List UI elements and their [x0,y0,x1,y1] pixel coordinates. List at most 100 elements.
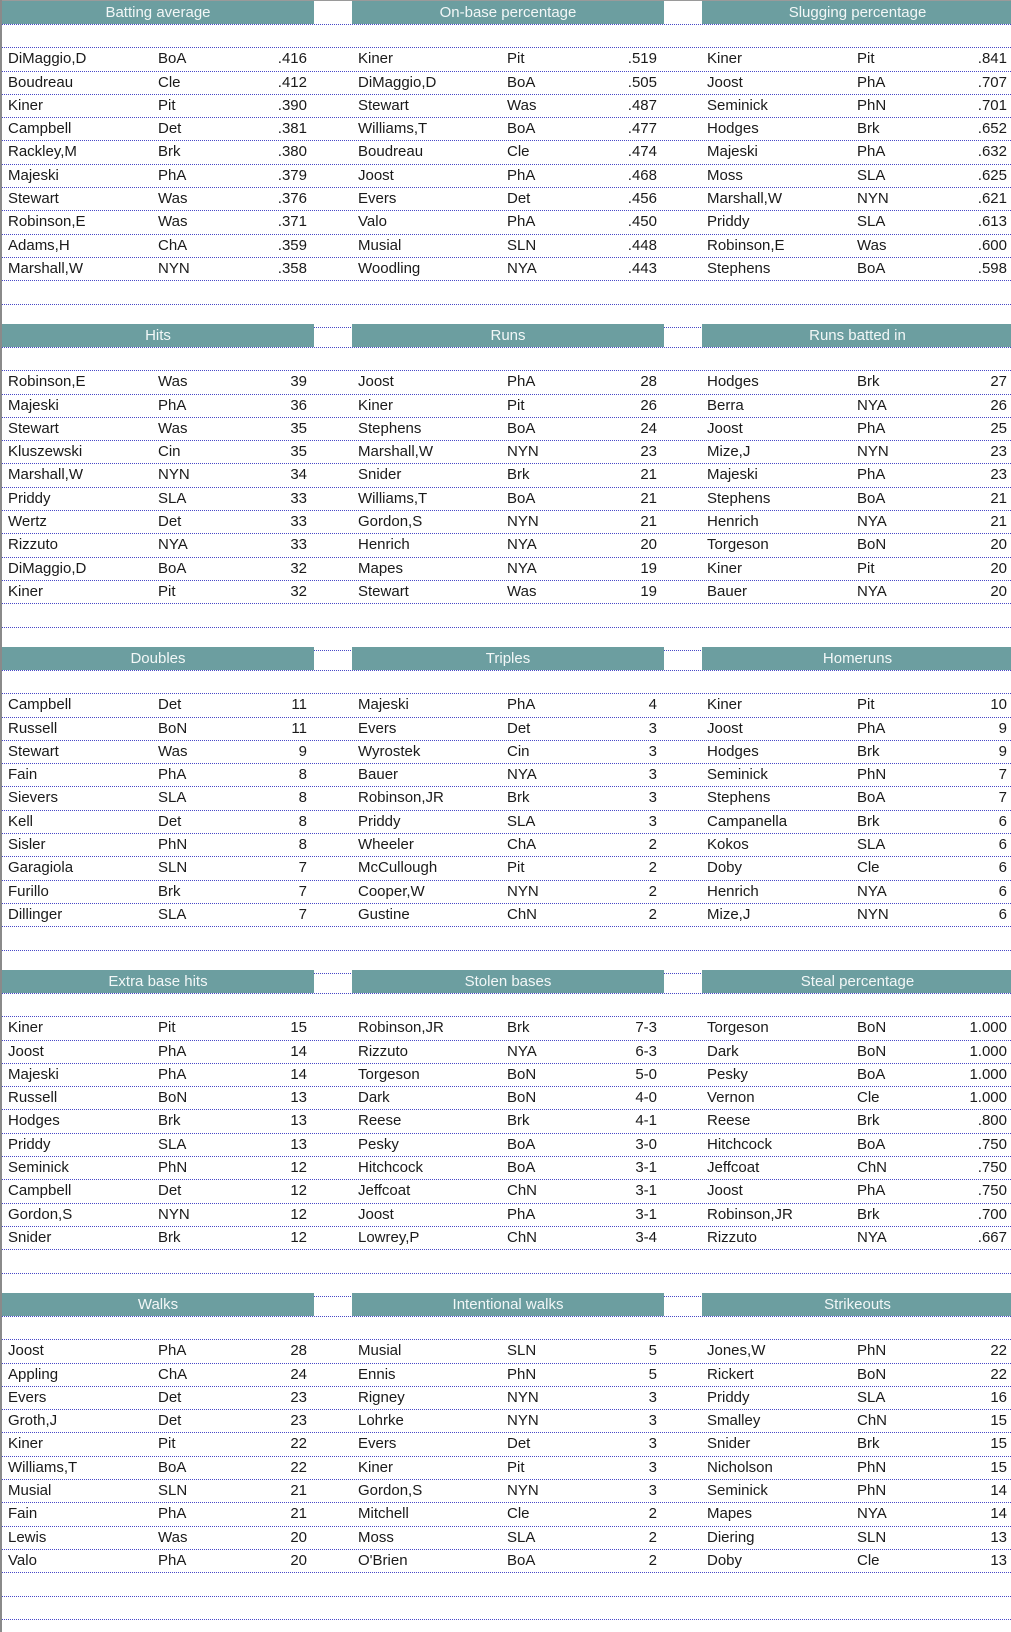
stat-value: 2 [648,882,657,900]
leaderboard-section: Hits Runs Runs batted in Robinson,E Was 39 Joo… [2,323,1011,651]
player-name: Dark [358,1089,390,1107]
blank-row [2,1597,1011,1620]
player-name: Nicholson [707,1458,773,1476]
player-name: Berra [707,396,744,414]
table-row: Robinson,E Was 39 Joost PhA 28 Hodges Brk 27 [2,371,1011,395]
blank-row [2,1573,1011,1597]
player-name: Stewart [358,96,409,114]
team-abbr: BoN [857,536,887,554]
stat-value: 13 [990,1528,1007,1546]
team-abbr: ChA [507,836,537,854]
player-name: Joost [707,73,743,91]
team-abbr: PhA [507,696,536,714]
stat-value: 3 [648,1482,657,1500]
stat-value: 3-1 [635,1182,657,1200]
stat-value: .750 [977,1159,1007,1177]
table-row: Russell BoN 11 Evers Det 3 Joost PhA 9 [2,718,1011,741]
stat-value: 6 [998,882,1007,900]
stat-value: 6 [998,812,1007,830]
player-name: Boudreau [358,143,424,161]
table-row: Joost PhA 28 Musial SLN 5 Jones,W PhN 22 [2,1340,1011,1364]
stat-value: .381 [277,120,307,138]
stat-value: 21 [990,489,1007,507]
team-abbr: BoA [507,73,536,91]
player-name: Cooper,W [358,882,425,900]
stat-value: .371 [277,213,307,231]
table-row: Robinson,E Was .371 Valo PhA .450 Priddy SLA .61… [2,211,1011,235]
player-name: Smalley [707,1412,761,1430]
stat-value: 1.000 [969,1089,1007,1107]
stat-value: .707 [977,73,1007,91]
table-row: Marshall,W NYN .358 Woodling NYA .443 Stephens… [2,258,1011,282]
player-name: Mitchell [358,1505,409,1523]
category-header: Runs batted in [702,324,1011,347]
team-abbr: ChN [857,1159,888,1177]
player-name: Priddy [8,1135,51,1153]
stat-value: 12 [290,1228,307,1246]
table-row: Rackley,M Brk .380 Boudreau Cle .474 Majeski Ph… [2,141,1011,165]
team-abbr: NYA [507,259,537,277]
stat-value: .667 [977,1228,1007,1246]
stat-value: 6 [998,905,1007,923]
table-row: Fain PhA 8 Bauer NYA 3 Seminick PhN 7 [2,764,1011,788]
player-name: DiMaggio,D [8,559,87,577]
category-header: Intentional walks [352,1293,664,1316]
stat-value: .632 [977,143,1007,161]
stat-value: 32 [290,582,307,600]
category-header: Batting average [2,1,314,24]
player-name: Torgeson [707,1019,769,1037]
stat-value: 16 [990,1388,1007,1406]
team-abbr: PhA [158,166,187,184]
team-abbr: NYA [507,536,537,554]
stat-value: .600 [977,236,1007,254]
table-row: Gordon,S NYN 12 Joost PhA 3-1 Robinson,JR Brk .7… [2,1204,1011,1227]
team-abbr: PhA [158,1551,187,1569]
player-name: Kell [8,812,34,830]
table-row: Sisler PhN 8 Wheeler ChA 2 Kokos SLA 6 [2,834,1011,858]
team-abbr: SLA [857,836,886,854]
stat-value: 8 [298,836,307,854]
team-abbr: Pit [507,1458,525,1476]
stat-value: 26 [640,396,657,414]
player-name: Musial [8,1482,52,1500]
player-name: Gordon,S [358,1482,423,1500]
table-row: DiMaggio,D BoA .416 Kiner Pit .519 Kiner Pit .84… [2,48,1011,72]
stat-value: 23 [990,466,1007,484]
leaderboard-section: Doubles Triples Homeruns Campbell Det 11 Majes… [2,646,1011,974]
header-row: Hits Runs Runs batted in [2,323,1011,348]
stat-value: 1.000 [969,1065,1007,1083]
team-abbr: BoA [158,559,187,577]
table-row: Musial SLN 21 Gordon,S NYN 3 Seminick PhN 14 [2,1480,1011,1504]
stat-value: 20 [990,559,1007,577]
team-abbr: SLN [857,1528,887,1546]
team-abbr: PhA [158,396,187,414]
stat-value: .412 [277,73,307,91]
team-abbr: PhA [158,1342,187,1360]
team-abbr: PhN [857,766,887,784]
player-name: Hodges [707,120,759,138]
team-abbr: BoA [857,259,886,277]
player-name: Groth,J [8,1412,58,1430]
stat-value: 4-1 [635,1112,657,1130]
stat-value: 8 [298,812,307,830]
team-abbr: Brk [507,789,530,807]
team-abbr: Was [158,742,188,760]
stat-value: .621 [977,190,1007,208]
player-name: Hitchcock [358,1159,424,1177]
stat-value: 21 [290,1505,307,1523]
table-row: Marshall,W NYN 34 Snider Brk 21 Majeski PhA 23 [2,464,1011,488]
team-abbr: Was [158,419,188,437]
player-name: Stewart [8,190,59,208]
player-name: Gustine [358,905,410,923]
player-name: Majeski [707,143,758,161]
team-abbr: PhN [857,96,887,114]
team-abbr: Was [507,96,537,114]
team-abbr: PhA [158,766,187,784]
team-abbr: ChN [507,1228,538,1246]
table-row: Williams,T BoA 22 Kiner Pit 3 Nicholson PhN 15 [2,1457,1011,1481]
team-abbr: BoA [857,789,886,807]
stat-value: 9 [998,719,1007,737]
player-name: Lewis [8,1528,47,1546]
player-name: Rigney [358,1388,405,1406]
player-name: Boudreau [8,73,74,91]
